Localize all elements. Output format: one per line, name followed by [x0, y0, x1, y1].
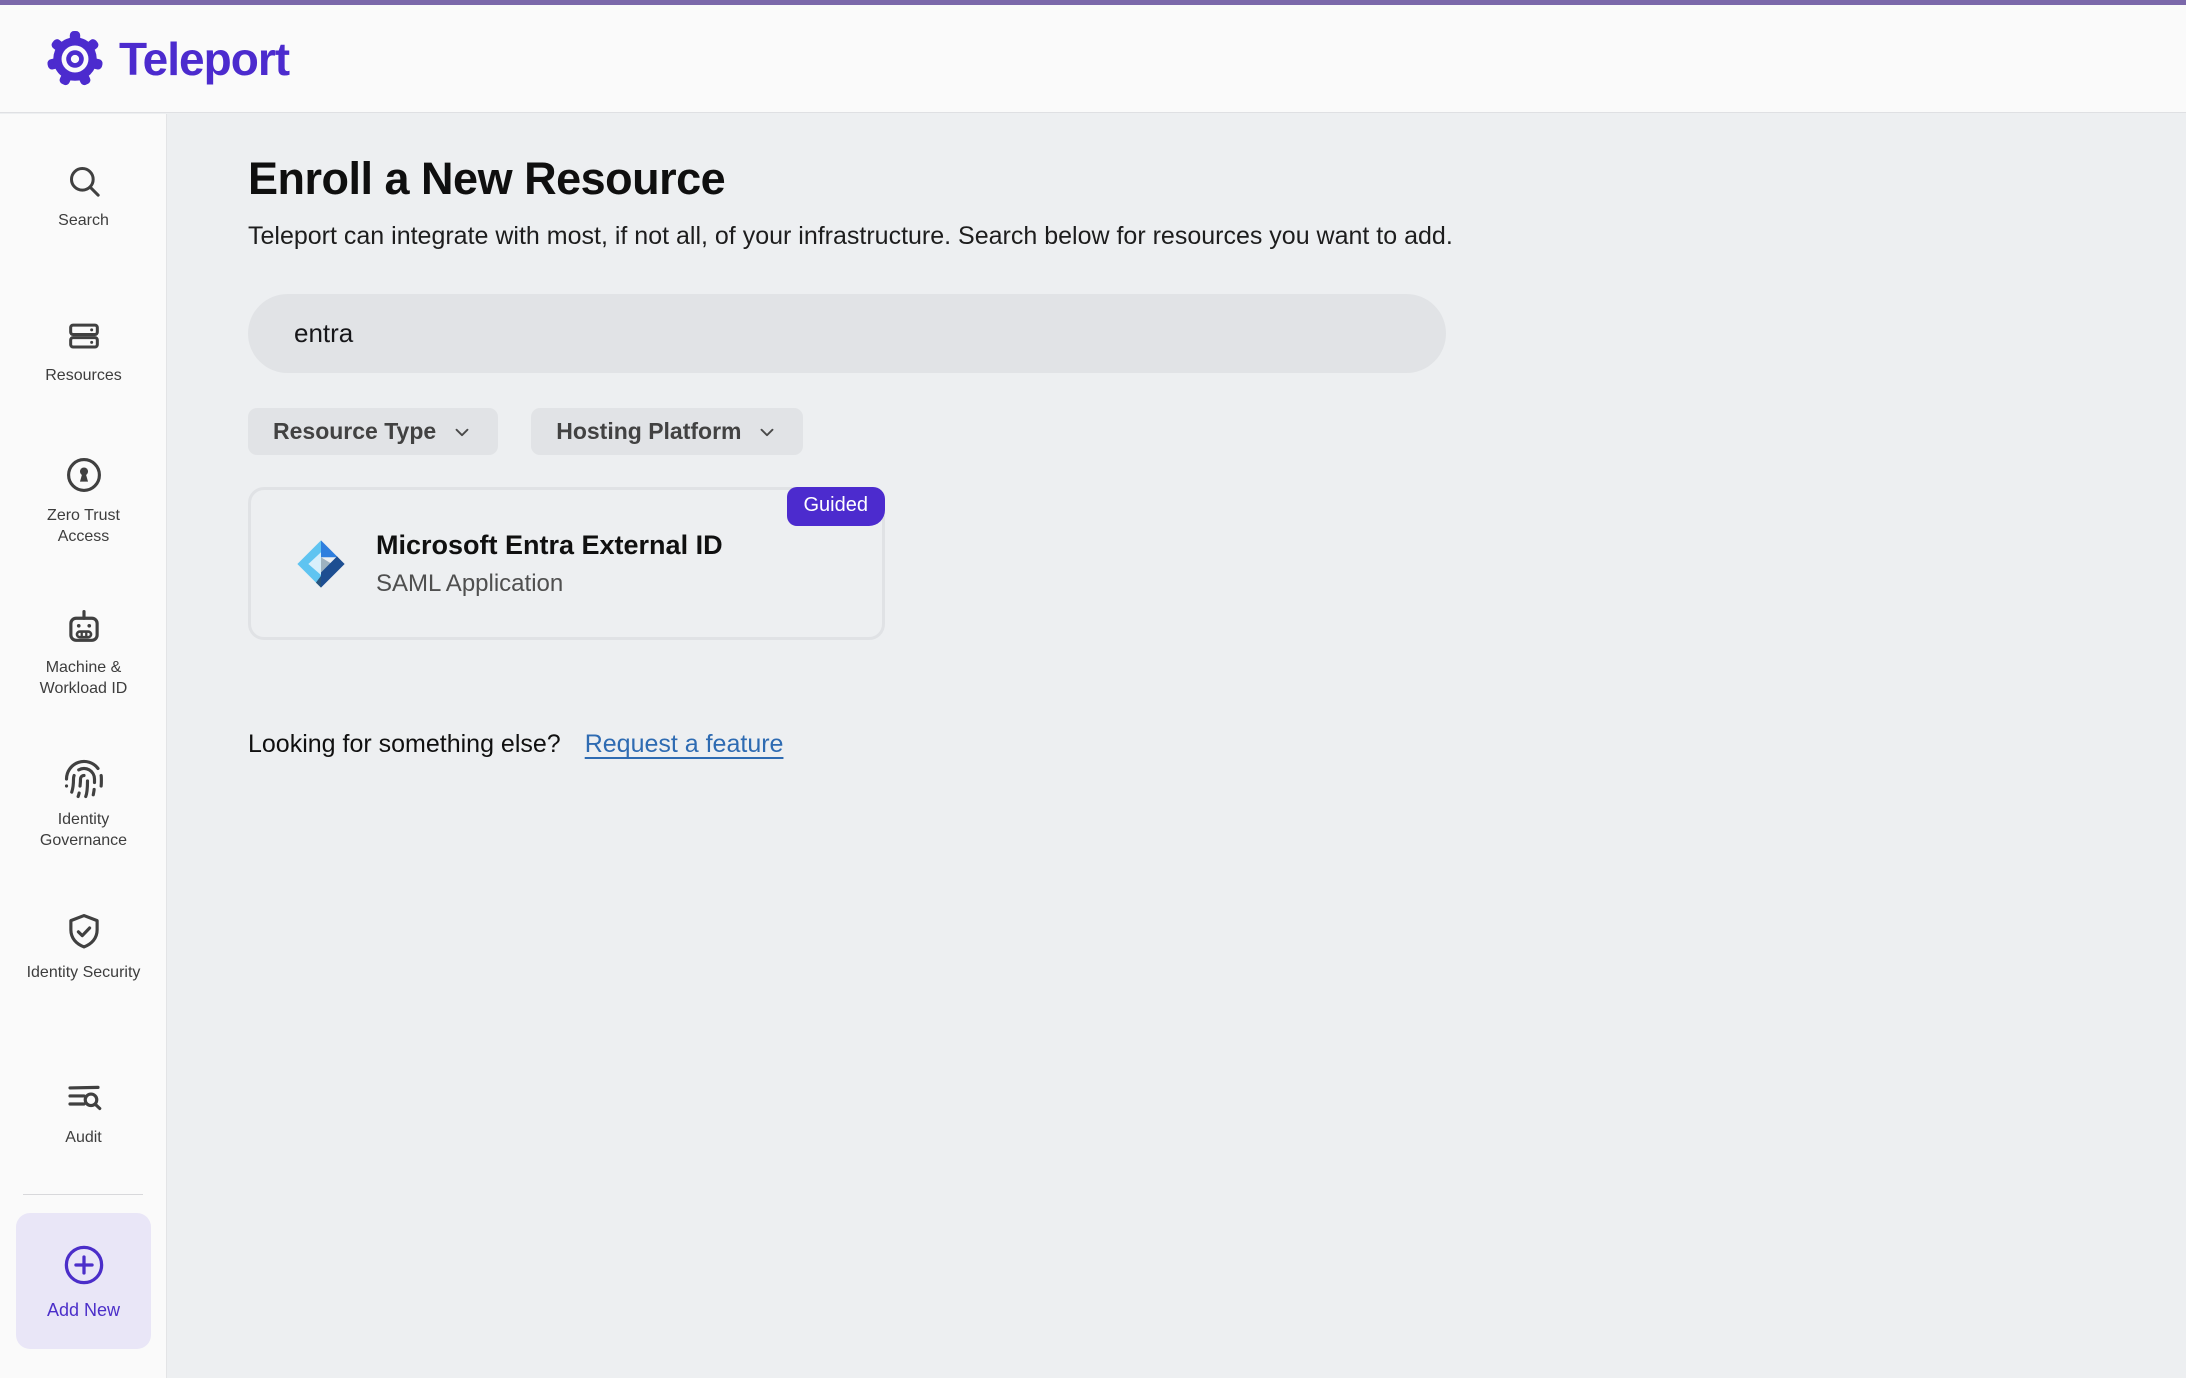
feature-request-row: Looking for something else? Request a fe…	[248, 730, 2186, 759]
resources-icon	[64, 316, 104, 356]
entra-icon	[294, 537, 348, 591]
sidebar-item-label: Identity Security	[23, 963, 145, 984]
sidebar-item-machine-workload-id[interactable]: Machine & Workload ID	[0, 606, 167, 700]
sidebar-item-label: Search	[23, 211, 145, 232]
main-content: Enroll a New Resource Teleport can integ…	[168, 114, 2186, 1378]
shield-check-icon	[63, 911, 105, 953]
sidebar-item-resources[interactable]: Resources	[0, 316, 167, 387]
resource-card-text: Microsoft Entra External ID SAML Applica…	[376, 530, 723, 598]
sidebar-item-identity-security[interactable]: Identity Security	[0, 911, 167, 984]
page-subtitle: Teleport can integrate with most, if not…	[248, 222, 2186, 251]
sidebar-item-audit[interactable]: Audit	[0, 1076, 167, 1149]
resource-card-subtitle: SAML Application	[376, 570, 723, 598]
request-a-feature-link[interactable]: Request a feature	[585, 730, 784, 759]
resource-type-filter-button[interactable]: Resource Type	[248, 408, 498, 455]
robot-icon	[63, 606, 105, 648]
chevron-down-icon	[451, 421, 473, 443]
sidebar-item-label: Zero Trust Access	[23, 506, 145, 548]
page-title: Enroll a New Resource	[248, 153, 2186, 205]
list-search-icon	[63, 1076, 105, 1118]
teleport-logo-text: Teleport	[119, 32, 289, 86]
search-icon	[64, 161, 104, 201]
filter-bar: Resource Type Hosting Platform	[248, 408, 2186, 455]
keyhole-circle-icon	[63, 454, 105, 496]
hosting-platform-filter-button[interactable]: Hosting Platform	[531, 408, 803, 455]
resource-card-title: Microsoft Entra External ID	[376, 530, 723, 561]
sidebar-item-label: Identity Governance	[23, 810, 145, 852]
add-new-button[interactable]: Add New	[16, 1213, 151, 1349]
teleport-logo[interactable]: Teleport	[46, 30, 289, 88]
app-window: Teleport Search Resources Ze	[0, 0, 2186, 1378]
teleport-gear-icon	[46, 30, 104, 88]
sidebar-divider	[23, 1194, 143, 1195]
hosting-platform-filter-label: Hosting Platform	[556, 418, 741, 445]
sidebar-item-label: Audit	[23, 1128, 145, 1149]
resource-card-microsoft-entra-external-id[interactable]: Guided Microsoft Entra External ID SAML …	[248, 487, 885, 640]
resource-type-filter-label: Resource Type	[273, 418, 436, 445]
guided-badge: Guided	[787, 487, 886, 526]
sidebar-item-search[interactable]: Search	[0, 161, 167, 232]
add-new-label: Add New	[47, 1300, 120, 1321]
fingerprint-icon	[63, 758, 105, 800]
plus-circle-icon	[61, 1242, 107, 1288]
sidebar-item-zero-trust-access[interactable]: Zero Trust Access	[0, 454, 167, 548]
sidebar-item-label: Resources	[23, 366, 145, 387]
sidebar-item-identity-governance[interactable]: Identity Governance	[0, 758, 167, 852]
app-header: Teleport	[0, 5, 2186, 113]
chevron-down-icon	[756, 421, 778, 443]
sidebar: Search Resources Zero Trust Access	[0, 114, 167, 1378]
resource-search-input[interactable]	[248, 294, 1446, 373]
sidebar-item-label: Machine & Workload ID	[23, 658, 145, 700]
feature-request-prompt: Looking for something else?	[248, 730, 561, 759]
